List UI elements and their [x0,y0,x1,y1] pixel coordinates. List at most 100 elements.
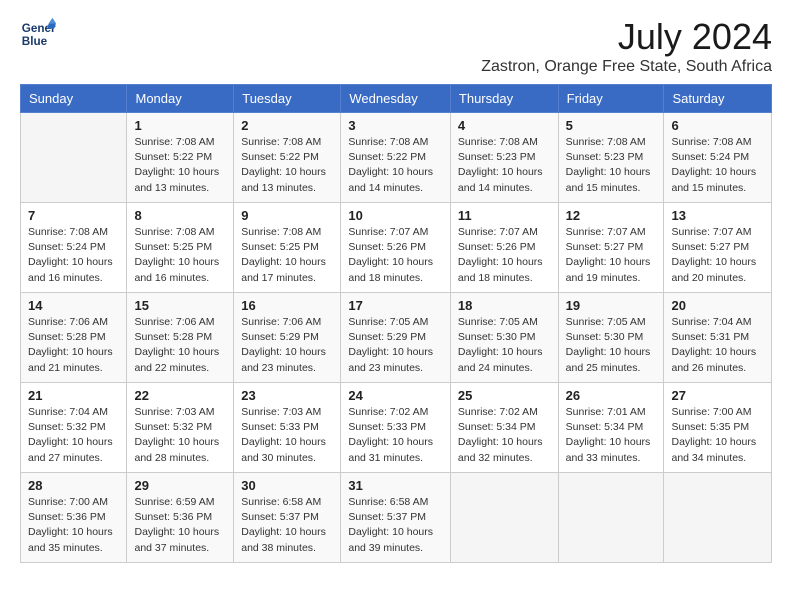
day-number: 28 [28,478,119,493]
calendar-day-cell: 22Sunrise: 7:03 AMSunset: 5:32 PMDayligh… [127,383,234,473]
day-number: 24 [348,388,443,403]
day-number: 14 [28,298,119,313]
day-number: 29 [134,478,226,493]
empty-day-cell [21,113,127,203]
day-info: Sunrise: 7:00 AMSunset: 5:36 PMDaylight:… [28,495,119,556]
day-info: Sunrise: 7:08 AMSunset: 5:24 PMDaylight:… [671,135,764,196]
day-number: 6 [671,118,764,133]
day-info: Sunrise: 7:08 AMSunset: 5:25 PMDaylight:… [134,225,226,286]
calendar-day-cell: 5 Sunrise: 7:08 AMSunset: 5:23 PMDaylight… [558,113,664,203]
day-info: Sunrise: 7:05 AMSunset: 5:29 PMDaylight:… [348,315,443,376]
calendar-day-cell: 8 Sunrise: 7:08 AMSunset: 5:25 PMDaylight… [127,203,234,293]
day-number: 5 [566,118,657,133]
calendar-day-cell: 7Sunrise: 7:08 AMSunset: 5:24 PMDaylight… [21,203,127,293]
day-info: Sunrise: 7:04 AMSunset: 5:31 PMDaylight:… [671,315,764,376]
day-info: Sunrise: 7:02 AMSunset: 5:34 PMDaylight:… [458,405,551,466]
day-info: Sunrise: 7:08 AMSunset: 5:23 PMDaylight:… [566,135,657,196]
day-number: 19 [566,298,657,313]
calendar-day-cell: 2 Sunrise: 7:08 AMSunset: 5:22 PMDaylight… [234,113,341,203]
day-info: Sunrise: 7:02 AMSunset: 5:33 PMDaylight:… [348,405,443,466]
calendar-day-cell: 19Sunrise: 7:05 AMSunset: 5:30 PMDayligh… [558,293,664,383]
day-info: Sunrise: 7:08 AMSunset: 5:22 PMDaylight:… [348,135,443,196]
page-header: General Blue July 2024 Zastron, Orange F… [20,16,772,76]
calendar-day-cell: 16Sunrise: 7:06 AMSunset: 5:29 PMDayligh… [234,293,341,383]
day-number: 4 [458,118,551,133]
logo: General Blue [20,16,56,52]
day-number: 17 [348,298,443,313]
day-info: Sunrise: 7:07 AMSunset: 5:27 PMDaylight:… [671,225,764,286]
day-info: Sunrise: 6:58 AMSunset: 5:37 PMDaylight:… [241,495,333,556]
weekday-header-monday: Monday [127,85,234,113]
calendar-day-cell: 9 Sunrise: 7:08 AMSunset: 5:25 PMDaylight… [234,203,341,293]
weekday-header-row: SundayMondayTuesdayWednesdayThursdayFrid… [21,85,772,113]
empty-day-cell [450,473,558,563]
calendar-week-row: 28 Sunrise: 7:00 AMSunset: 5:36 PMDayligh… [21,473,772,563]
calendar-day-cell: 1Sunrise: 7:08 AMSunset: 5:22 PMDaylight… [127,113,234,203]
calendar-week-row: 21Sunrise: 7:04 AMSunset: 5:32 PMDayligh… [21,383,772,473]
day-info: Sunrise: 7:07 AMSunset: 5:27 PMDaylight:… [566,225,657,286]
svg-text:Blue: Blue [22,35,48,48]
calendar-day-cell: 11 Sunrise: 7:07 AMSunset: 5:26 PMDayligh… [450,203,558,293]
day-info: Sunrise: 7:06 AMSunset: 5:29 PMDaylight:… [241,315,333,376]
calendar-week-row: 14 Sunrise: 7:06 AMSunset: 5:28 PMDayligh… [21,293,772,383]
weekday-header-friday: Friday [558,85,664,113]
day-info: Sunrise: 7:08 AMSunset: 5:25 PMDaylight:… [241,225,333,286]
calendar-day-cell: 3 Sunrise: 7:08 AMSunset: 5:22 PMDaylight… [341,113,451,203]
day-info: Sunrise: 7:03 AMSunset: 5:33 PMDaylight:… [241,405,333,466]
day-info: Sunrise: 7:00 AMSunset: 5:35 PMDaylight:… [671,405,764,466]
day-number: 23 [241,388,333,403]
calendar-day-cell: 18 Sunrise: 7:05 AMSunset: 5:30 PMDayligh… [450,293,558,383]
day-number: 10 [348,208,443,223]
calendar-day-cell: 23 Sunrise: 7:03 AMSunset: 5:33 PMDayligh… [234,383,341,473]
weekday-header-tuesday: Tuesday [234,85,341,113]
weekday-header-thursday: Thursday [450,85,558,113]
day-info: Sunrise: 7:07 AMSunset: 5:26 PMDaylight:… [348,225,443,286]
day-number: 2 [241,118,333,133]
calendar-day-cell: 29 Sunrise: 6:59 AMSunset: 5:36 PMDayligh… [127,473,234,563]
calendar-day-cell: 12 Sunrise: 7:07 AMSunset: 5:27 PMDayligh… [558,203,664,293]
day-info: Sunrise: 6:59 AMSunset: 5:36 PMDaylight:… [134,495,226,556]
day-number: 8 [134,208,226,223]
day-number: 22 [134,388,226,403]
day-info: Sunrise: 7:05 AMSunset: 5:30 PMDaylight:… [458,315,551,376]
calendar-day-cell: 10 Sunrise: 7:07 AMSunset: 5:26 PMDayligh… [341,203,451,293]
calendar-day-cell: 28 Sunrise: 7:00 AMSunset: 5:36 PMDayligh… [21,473,127,563]
calendar-day-cell: 4 Sunrise: 7:08 AMSunset: 5:23 PMDaylight… [450,113,558,203]
title-area: July 2024 Zastron, Orange Free State, So… [481,16,772,76]
calendar-table: SundayMondayTuesdayWednesdayThursdayFrid… [20,84,772,563]
calendar-day-cell: 30Sunrise: 6:58 AMSunset: 5:37 PMDayligh… [234,473,341,563]
empty-day-cell [664,473,772,563]
calendar-day-cell: 21Sunrise: 7:04 AMSunset: 5:32 PMDayligh… [21,383,127,473]
calendar-day-cell: 13Sunrise: 7:07 AMSunset: 5:27 PMDayligh… [664,203,772,293]
calendar-day-cell: 26Sunrise: 7:01 AMSunset: 5:34 PMDayligh… [558,383,664,473]
calendar-day-cell: 14Sunrise: 7:06 AMSunset: 5:28 PMDayligh… [21,293,127,383]
month-title: July 2024 [481,16,772,58]
day-info: Sunrise: 7:08 AMSunset: 5:22 PMDaylight:… [241,135,333,196]
empty-day-cell [558,473,664,563]
day-number: 9 [241,208,333,223]
calendar-day-cell: 31 Sunrise: 6:58 AMSunset: 5:37 PMDayligh… [341,473,451,563]
day-number: 11 [458,208,551,223]
day-info: Sunrise: 7:08 AMSunset: 5:23 PMDaylight:… [458,135,551,196]
calendar-day-cell: 25Sunrise: 7:02 AMSunset: 5:34 PMDayligh… [450,383,558,473]
weekday-header-sunday: Sunday [21,85,127,113]
calendar-day-cell: 24 Sunrise: 7:02 AMSunset: 5:33 PMDayligh… [341,383,451,473]
calendar-day-cell: 6 Sunrise: 7:08 AMSunset: 5:24 PMDaylight… [664,113,772,203]
day-number: 12 [566,208,657,223]
day-number: 31 [348,478,443,493]
calendar-week-row: 7Sunrise: 7:08 AMSunset: 5:24 PMDaylight… [21,203,772,293]
day-info: Sunrise: 7:06 AMSunset: 5:28 PMDaylight:… [134,315,226,376]
day-number: 3 [348,118,443,133]
day-number: 18 [458,298,551,313]
day-number: 26 [566,388,657,403]
calendar-day-cell: 15Sunrise: 7:06 AMSunset: 5:28 PMDayligh… [127,293,234,383]
calendar-day-cell: 27 Sunrise: 7:00 AMSunset: 5:35 PMDayligh… [664,383,772,473]
day-info: Sunrise: 6:58 AMSunset: 5:37 PMDaylight:… [348,495,443,556]
calendar-day-cell: 17 Sunrise: 7:05 AMSunset: 5:29 PMDayligh… [341,293,451,383]
day-number: 1 [134,118,226,133]
location-title: Zastron, Orange Free State, South Africa [481,58,772,76]
calendar-week-row: 1 Sunrise: 7:08 AMSunset: 5:22 PMDaylight… [21,113,772,203]
day-number: 7 [28,208,119,223]
day-number: 27 [671,388,764,403]
day-info: Sunrise: 7:07 AMSunset: 5:26 PMDaylight:… [458,225,551,286]
